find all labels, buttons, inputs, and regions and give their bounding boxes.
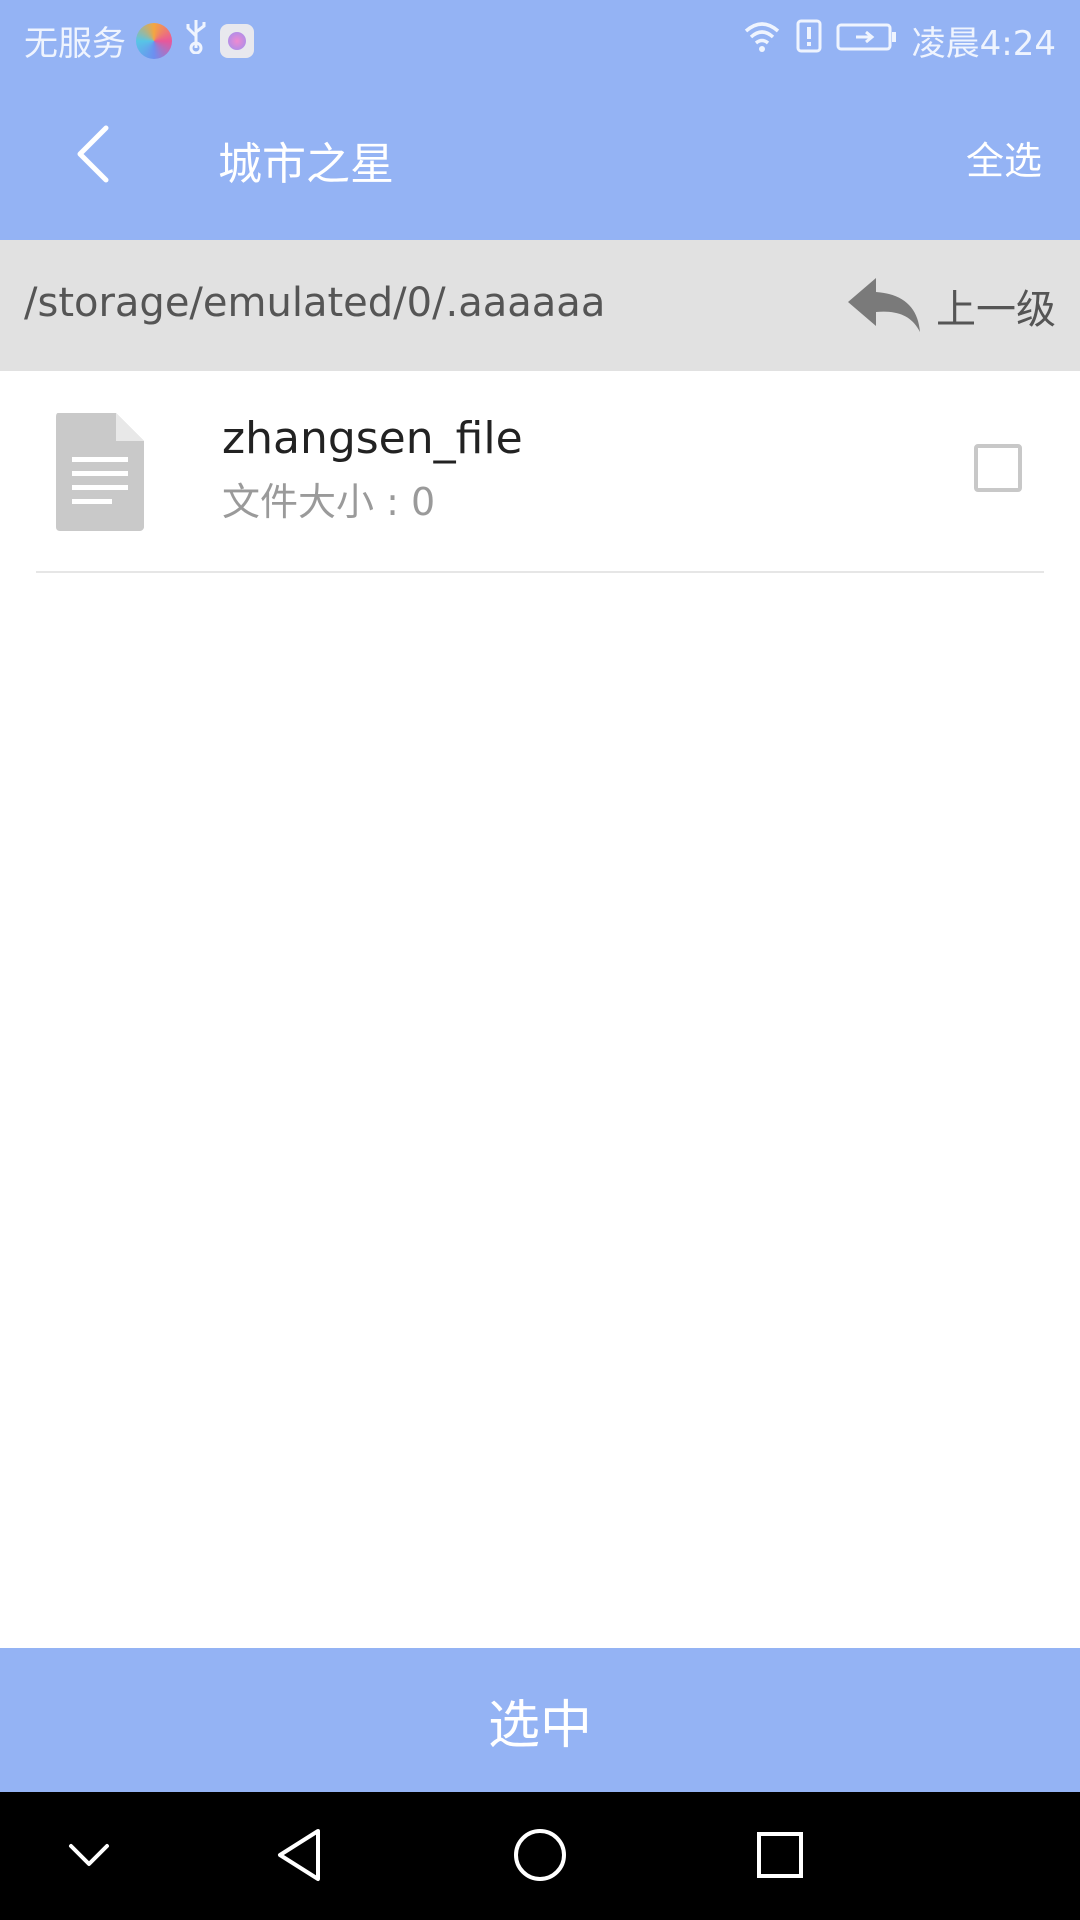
status-bar: 无服务 凌晨4:24 bbox=[0, 0, 1080, 76]
navigation-bar bbox=[0, 1792, 1080, 1920]
chevron-down-icon bbox=[67, 1840, 111, 1874]
carrier-text: 无服务 bbox=[24, 24, 126, 64]
list-divider bbox=[36, 571, 1044, 573]
up-level-label: 上一级 bbox=[936, 287, 1056, 333]
reply-arrow-icon bbox=[846, 274, 922, 338]
collapse-button[interactable] bbox=[54, 1822, 124, 1892]
back-button[interactable] bbox=[52, 116, 132, 196]
path-bar: /storage/emulated/0/.aaaaaa 上一级 bbox=[0, 240, 1080, 371]
file-checkbox[interactable] bbox=[974, 444, 1022, 492]
recents-square-icon bbox=[755, 1830, 805, 1884]
back-triangle-icon bbox=[274, 1827, 324, 1887]
nav-back-button[interactable] bbox=[264, 1822, 334, 1892]
select-button[interactable]: 选中 bbox=[0, 1648, 1080, 1792]
top-bar: 无服务 凌晨4:24 城市之星 全选 bbox=[0, 0, 1080, 240]
battery-icon bbox=[836, 21, 898, 61]
list-item[interactable]: zhangsen_file 文件大小 : 0 bbox=[0, 371, 1080, 571]
current-path: /storage/emulated/0/.aaaaaa bbox=[24, 280, 606, 326]
chevron-left-icon bbox=[72, 124, 112, 188]
file-size: 文件大小 : 0 bbox=[222, 480, 436, 524]
app-icon bbox=[220, 23, 254, 58]
time-text: 凌晨4:24 bbox=[911, 24, 1056, 64]
page-title: 城市之星 bbox=[218, 139, 394, 190]
nav-home-button[interactable] bbox=[505, 1822, 575, 1892]
screen: 无服务 凌晨4:24 城市之星 全选 /storage/emulated/0/.… bbox=[0, 0, 1080, 1920]
app-bar: 城市之星 全选 bbox=[0, 76, 1080, 240]
file-name: zhangsen_file bbox=[222, 413, 523, 464]
alert-icon bbox=[796, 19, 822, 62]
home-circle-icon bbox=[512, 1827, 568, 1887]
status-left: 无服务 bbox=[24, 16, 254, 65]
document-icon bbox=[54, 411, 146, 535]
browser-icon bbox=[136, 22, 172, 59]
select-all-button[interactable]: 全选 bbox=[966, 130, 1042, 185]
usb-icon bbox=[182, 18, 210, 63]
status-right: 凌晨4:24 bbox=[742, 16, 1056, 65]
nav-recents-button[interactable] bbox=[745, 1822, 815, 1892]
up-level-button[interactable]: 上一级 bbox=[846, 274, 1056, 338]
wifi-icon bbox=[742, 19, 782, 62]
